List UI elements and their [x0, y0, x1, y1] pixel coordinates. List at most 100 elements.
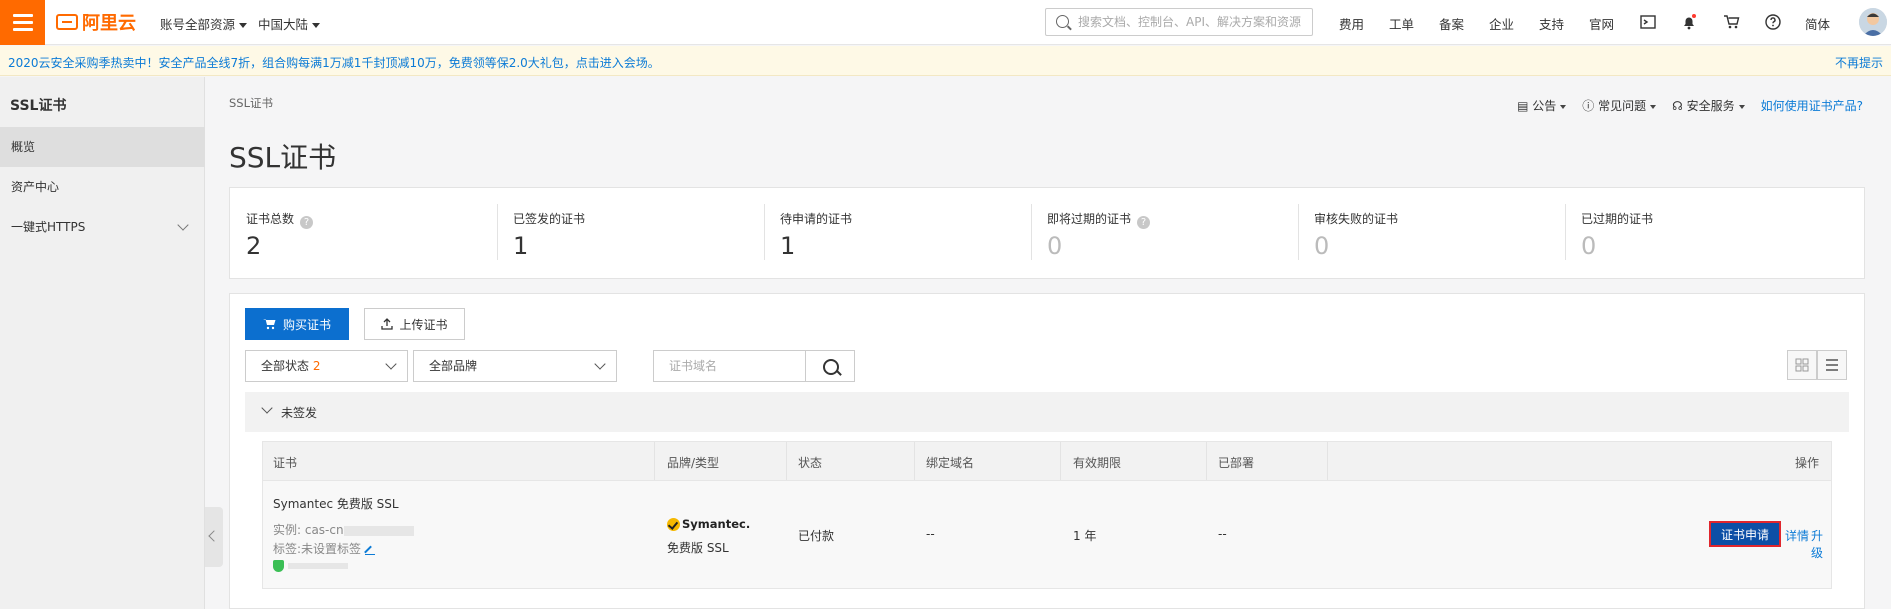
brand-name: Symantec.: [682, 517, 751, 531]
promo-dismiss-link[interactable]: 不再提示: [1835, 54, 1883, 71]
notice-label: 公告: [1532, 99, 1557, 113]
aliyun-logo[interactable]: 阿里云: [56, 10, 136, 34]
stat-value: 1: [513, 232, 529, 260]
table-header: 证书 品牌/类型 状态 绑定域名 有效期限 已部署 操作: [262, 441, 1832, 481]
nav-website[interactable]: 官网: [1589, 14, 1614, 33]
column-header-validity: 有效期限: [1073, 456, 1122, 470]
details-link[interactable]: 详情: [1785, 527, 1809, 544]
upload-certificate-button[interactable]: 上传证书: [364, 308, 465, 340]
buy-certificate-button[interactable]: 购买证书: [245, 308, 349, 340]
divider: [1565, 204, 1566, 260]
stat-value: 2: [246, 232, 262, 260]
stat-value: 0: [1314, 232, 1330, 260]
deployed-status: --: [1218, 527, 1227, 541]
card-view-toggle[interactable]: [1787, 350, 1817, 380]
divider: [764, 204, 765, 260]
tag-info: 标签:未设置标签: [273, 540, 376, 557]
global-search[interactable]: [1045, 8, 1313, 36]
stat-label: 已过期的证书: [1581, 212, 1654, 226]
nav-support[interactable]: 支持: [1539, 14, 1564, 33]
domain-search-button[interactable]: [805, 350, 855, 382]
stat-issued[interactable]: 已签发的证书 1: [497, 188, 764, 280]
cart-icon: [262, 319, 276, 330]
grid-icon: [1795, 358, 1809, 372]
global-search-input[interactable]: [1078, 9, 1308, 35]
certificate-name: Symantec 免费版 SSL: [273, 497, 399, 511]
stat-expired[interactable]: 已过期的证书 0: [1565, 188, 1832, 280]
howto-link[interactable]: 如何使用证书产品?: [1761, 97, 1863, 114]
terminal-icon[interactable]: [1639, 13, 1657, 31]
column-header-status: 状态: [798, 456, 823, 470]
notice-dropdown[interactable]: ▤ 公告: [1517, 97, 1566, 114]
redacted-block: [287, 562, 348, 569]
instance-id: 实例: cas-cn: [273, 521, 414, 538]
tag-label: 标签:未设置标签: [273, 542, 362, 556]
caret-down-icon: [239, 23, 248, 28]
list-view-toggle[interactable]: [1817, 350, 1847, 380]
upload-certificate-label: 上传证书: [399, 317, 448, 332]
sidebar-item-overview[interactable]: 概览: [0, 127, 205, 167]
domain-search-input[interactable]: [653, 350, 805, 382]
chevron-down-icon: [261, 402, 273, 414]
menu-icon[interactable]: [0, 0, 45, 45]
sidebar-item-assets[interactable]: 资产中心: [0, 167, 205, 207]
search-icon: [1056, 15, 1069, 28]
apply-certificate-button[interactable]: 证书申请: [1709, 521, 1781, 547]
symantec-logo: Symantec.: [667, 517, 750, 531]
brand-filter-select[interactable]: 全部品牌: [413, 350, 617, 382]
brand-logo: Symantec.: [667, 517, 750, 531]
account-dropdown[interactable]: 账号全部资源: [160, 14, 248, 33]
status-filter-select[interactable]: 全部状态 2: [245, 350, 408, 382]
promo-banner: 2020云安全采购季热卖中！安全产品全线7折，组合购每满1万减1千封顶减10万，…: [0, 46, 1891, 76]
breadcrumb[interactable]: SSL证书: [229, 95, 273, 111]
stat-label: 已签发的证书: [513, 212, 586, 226]
question-icon[interactable]: ?: [1137, 216, 1151, 229]
security-service-dropdown[interactable]: ☊ 安全服务: [1672, 97, 1745, 114]
chevron-down-icon: [177, 219, 189, 231]
cart-icon[interactable]: [1722, 13, 1740, 31]
stat-pending[interactable]: 待申请的证书 1: [764, 188, 1031, 280]
sidebar: SSL证书 概览 资产中心 一键式HTTPS: [0, 77, 205, 609]
language-switch[interactable]: 简体: [1805, 14, 1830, 33]
nav-billing[interactable]: 费用: [1339, 14, 1364, 33]
column-header-certificate: 证书: [273, 456, 298, 470]
top-bar: 阿里云 账号全部资源 中国大陆 费用 工单 备案 企业 支持 官网 简体: [0, 0, 1891, 45]
bound-domain: --: [926, 527, 935, 541]
bell-icon[interactable]: [1680, 13, 1698, 31]
nav-enterprise[interactable]: 企业: [1489, 14, 1514, 33]
stat-label: 证书总数?: [246, 210, 314, 229]
caret-down-icon: [312, 23, 321, 28]
stat-label-text: 证书总数: [246, 212, 295, 226]
upgrade-link[interactable]: 升级: [1811, 527, 1831, 561]
divider: [654, 442, 655, 480]
redacted-block: [343, 525, 414, 536]
nav-tickets[interactable]: 工单: [1389, 14, 1414, 33]
sidebar-item-label: 一键式HTTPS: [11, 220, 86, 234]
promo-text[interactable]: 2020云安全采购季热卖中！安全产品全线7折，组合购每满1万减1千封顶减10万，…: [8, 54, 660, 71]
stat-value: 0: [1047, 232, 1063, 260]
column-header-brand: 品牌/类型: [667, 456, 720, 470]
list-icon: [1826, 359, 1838, 371]
page-title: SSL证书: [229, 141, 337, 174]
stat-failed[interactable]: 审核失败的证书 0: [1298, 188, 1565, 280]
instance-label: 实例: cas-cn: [273, 523, 344, 537]
security-status: [273, 558, 348, 572]
faq-dropdown[interactable]: ⓘ 常见问题: [1582, 97, 1656, 114]
stat-expiring[interactable]: 即将过期的证书? 0: [1031, 188, 1298, 280]
column-header-actions: 操作: [1794, 456, 1819, 470]
stat-value: 0: [1581, 232, 1597, 260]
question-icon[interactable]: ?: [300, 216, 314, 229]
region-dropdown[interactable]: 中国大陆: [258, 14, 321, 33]
edit-icon[interactable]: [365, 545, 376, 555]
group-header-unissued[interactable]: 未签发: [245, 392, 1849, 432]
chevron-down-icon: [594, 358, 606, 370]
table-row: Symantec 免费版 SSL 实例: cas-cn 标签:未设置标签 Sym…: [262, 481, 1832, 589]
help-icon[interactable]: [1764, 13, 1782, 31]
stat-total[interactable]: 证书总数? 2: [230, 188, 497, 280]
status-text: 已付款: [798, 529, 835, 543]
nav-icp[interactable]: 备案: [1439, 14, 1464, 33]
sidebar-collapse-handle[interactable]: [205, 507, 223, 567]
sidebar-item-https[interactable]: 一键式HTTPS: [0, 207, 205, 247]
avatar[interactable]: [1859, 8, 1887, 36]
account-dropdown-label: 账号全部资源: [160, 17, 236, 32]
